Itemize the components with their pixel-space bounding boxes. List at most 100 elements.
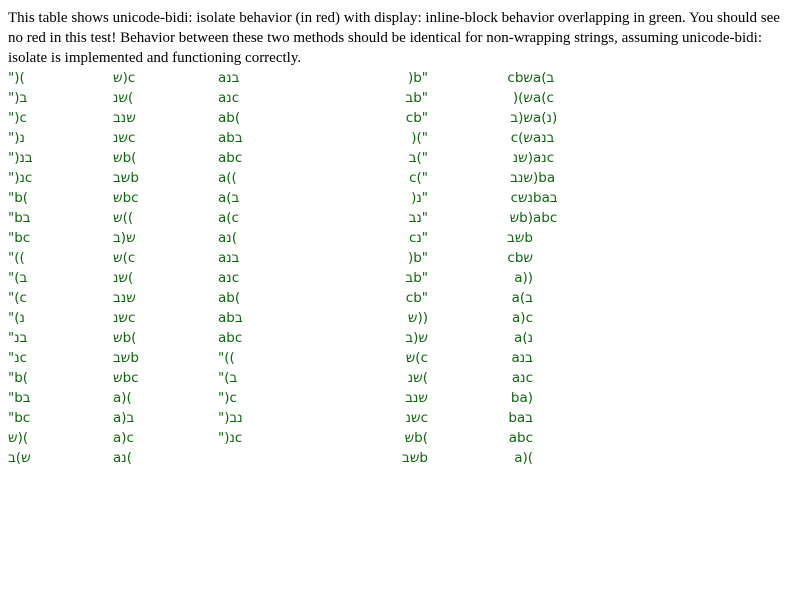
grid-column: cbש )(ש ש(ב c(ש שנ) שנב cנש שb) שבb cbש a)) a(ב a)c a… [428,68,533,468]
bidi-test-cell: שבb [113,170,139,186]
bidi-test-cell: aבנ [218,70,240,86]
grid-column: a(ב a(c a(נ) aבנ aנc )ba baב abc [533,68,638,468]
test-page: This table shows unicode-bidi: isolate b… [0,0,800,600]
bidi-test-cell: aנc [511,370,533,386]
bidi-test-cell: "(ב [218,370,238,386]
bidi-test-cell: baב [508,410,533,426]
bidi-test-cell: שbc [113,190,139,206]
bidi-test-cell: aבנ [533,130,555,146]
bidi-test-cell: "נc [8,350,28,366]
bidi-test-cell: ש(( [113,210,134,226]
bidi-test-cell: ")c [218,390,237,406]
bidi-test-cell: aבנ [218,250,240,266]
bidi-test-cell: ש)ב [8,450,31,466]
bidi-test-cell: שנב [113,290,136,306]
bidi-test-cell: c(" [409,170,428,186]
bidi-test-cell: a(ב [218,190,240,206]
bidi-test-cell: ba) [510,390,533,406]
bidi-test-cell: )b" [407,70,428,86]
bidi-test-cell: ש(c [113,250,136,266]
bidi-test-cell: שנב [510,170,533,186]
bidi-test-cell: "(נ [8,310,25,326]
bidi-test-cell: שנב [113,110,136,126]
bidi-test-cell: ")( [8,70,25,86]
bidi-test-cell: שנ( [407,370,428,386]
bidi-test-cell: שb) [509,210,533,226]
bidi-test-cell: בb" [405,90,428,106]
bidi-test-cell: ")נc [218,430,243,446]
bidi-test-cell: cbש [507,250,533,266]
bidi-test-cell: a)) [514,270,533,286]
bidi-test-cell: נב" [408,210,428,226]
bidi-test-cell: "b( [8,190,29,206]
bidi-test-cell: a(( [218,170,237,186]
bidi-test-cell: ")נc [8,170,33,186]
bidi-test-cell: בb" [405,270,428,286]
bidi-test-cell: שb( [404,430,428,446]
bidi-test-cell: )(ש [512,90,533,106]
bidi-test-cell: שבb [507,230,533,246]
bidi-test-cell: a)c [512,310,533,326]
bidi-test-cell: "(ב [8,270,28,286]
bidi-test-cell: "(( [218,350,235,366]
bidi-test-cell: abc [218,150,243,166]
bidi-test-cell [218,448,323,468]
bidi-test-cell: "bc [8,410,31,426]
bidi-test-cell: a(נ) [533,110,558,126]
bidi-test-cell: a(c [218,210,239,226]
bidi-test-cell: )b" [407,250,428,266]
bidi-test-cell: aנc [218,270,240,286]
bidi-test-cell: cנ" [408,230,428,246]
bidi-test-cell: a(ב [511,290,533,306]
bidi-test-cell: cנש [510,190,533,206]
bidi-test-cell: ")c [8,110,27,126]
grid-column: ש)c שנ(שנב שנc שb(שבb שbc ש((ש(ב ש(c שנ(שנב שנc ש… [113,68,218,468]
bidi-test-cell: "bc [8,230,31,246]
bidi-test-cell: "bב [8,210,31,226]
bidi-test-cell: aנc [218,90,240,106]
bidi-test-cell: aבנ [511,350,534,366]
grid-column: ")(")ב ")c ")נ ")בנ ")נc "b("bב "bc "(("(ב "(c "(… [8,68,113,468]
bidi-test-cell: שנב [405,390,428,406]
bidi-test-cell: ab( [218,290,241,306]
bidi-test-grid: ")(")ב ")c ")נ ")בנ ")נc "b("bב "bc "(("(ב "(c "(… [8,68,638,468]
bidi-test-cell: שb( [113,330,137,346]
bidi-test-cell: cbש [507,70,533,86]
bidi-test-cell: aנ( [218,230,237,246]
bidi-test-cell: a(c [533,90,554,106]
bidi-test-cell: ש)( [8,430,29,446]
intro-paragraph: This table shows unicode-bidi: isolate b… [8,10,780,66]
bidi-test-cell: a(נ [514,330,533,346]
bidi-test-cell: baב [533,190,558,206]
bidi-test-cell: שנc [113,310,136,326]
bidi-test-cell: )(" [411,130,428,146]
bidi-test-cell: שbc [113,370,139,386]
bidi-test-cell: c(ש [510,130,533,146]
bidi-test-cell: ")נ [8,130,25,146]
bidi-test-cell: שb( [113,150,137,166]
bidi-test-cell: cb" [405,110,428,126]
bidi-test-cell: שבb [402,450,428,466]
bidi-test-cell: cb" [405,290,428,306]
bidi-test-cell: שנc [405,410,428,426]
bidi-test-cell: "(( [8,250,25,266]
bidi-test-cell: ש)) [407,310,428,326]
bidi-test-cell: )ba [533,170,556,186]
bidi-test-cell: ")נב [218,410,243,426]
bidi-test-cell: ש(ב [510,110,533,126]
bidi-test-cell: a)( [514,450,533,466]
bidi-test-cell: ב(" [408,150,428,166]
bidi-test-cell: "(c [8,290,27,306]
bidi-test-cell: ")בנ [8,150,33,166]
bidi-test-cell: שנ) [512,150,533,166]
bidi-test-cell: abc [533,210,558,226]
grid-column: )b" בb" cb" )(" ב(" c(" )נ" נב" cנ" )b" בb" cb" ש)) ש… [323,68,428,468]
bidi-test-cell: a)c [113,430,134,446]
bidi-test-cell: )נ" [411,190,428,206]
bidi-test-cell: abב [218,310,243,326]
bidi-test-cell: aנc [533,150,555,166]
bidi-test-cell: a(ב [533,70,555,86]
bidi-test-cell: a)( [113,390,132,406]
bidi-test-cell: שנ( [113,270,134,286]
bidi-test-cell: ש(c [405,350,428,366]
